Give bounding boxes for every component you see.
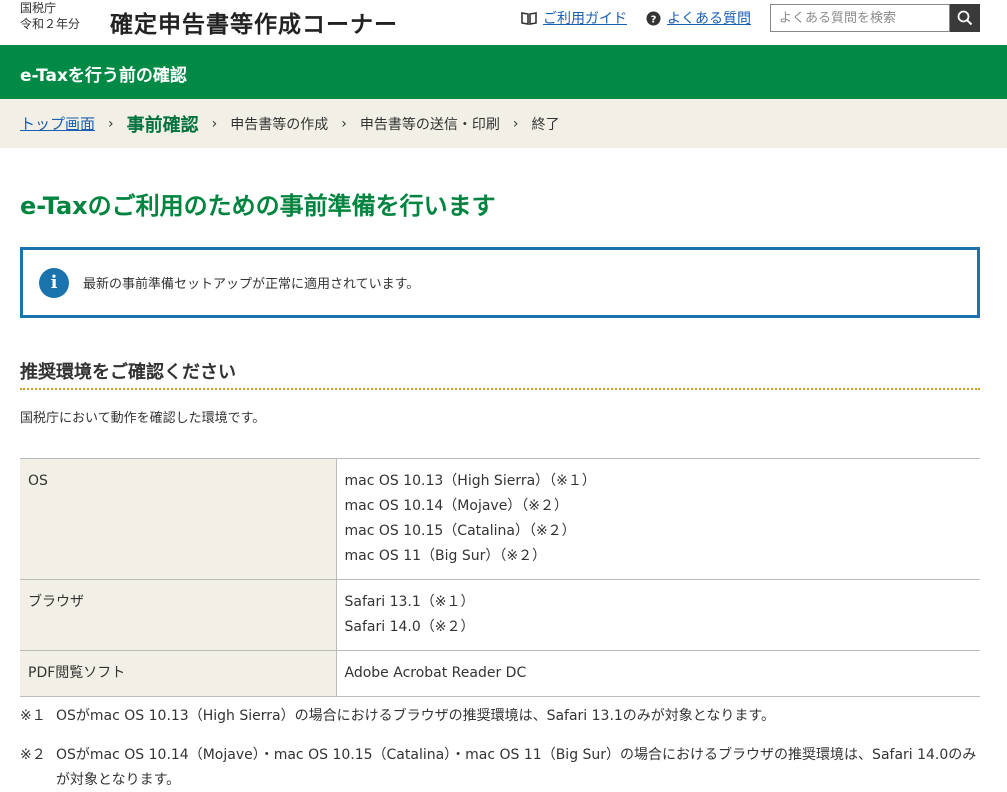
recommended-environment-table: OS mac OS 10.13（High Sierra）（※１） mac OS … bbox=[20, 458, 980, 697]
footnote-1: ※１ OSがmac OS 10.13（High Sierra）の場合におけるブラ… bbox=[20, 704, 980, 729]
breadcrumb: トップ画面 › 事前確認 › 申告書等の作成 › 申告書等の送信・印刷 › 終了 bbox=[0, 99, 1007, 148]
search-button[interactable] bbox=[950, 4, 980, 32]
chevron-right-icon: › bbox=[512, 115, 519, 132]
page-section-band: e-Taxを行う前の確認 bbox=[0, 45, 1007, 99]
table-row: OS mac OS 10.13（High Sierra）（※１） mac OS … bbox=[20, 458, 980, 580]
row-label-pdf: PDF閲覧ソフト bbox=[20, 650, 337, 697]
svg-text:?: ? bbox=[651, 14, 657, 25]
section-lead: 国税庁において動作を確認した環境です。 bbox=[20, 411, 266, 426]
footnote-mark: ※２ bbox=[20, 747, 46, 763]
chevron-right-icon: › bbox=[211, 115, 218, 132]
breadcrumb-step-end: 終了 bbox=[531, 116, 560, 133]
guide-link-label: ご利用ガイド bbox=[543, 11, 627, 27]
row-value-os: mac OS 10.13（High Sierra）（※１） mac OS 10.… bbox=[336, 458, 980, 580]
agency-name: 国税庁 bbox=[20, 1, 57, 15]
site-title: 確定申告書等作成コーナー bbox=[110, 12, 398, 38]
os-value: mac OS 10.15（Catalina）（※２） bbox=[344, 523, 576, 539]
os-value: mac OS 10.14（Mojave）（※２） bbox=[344, 498, 569, 514]
magnifier-icon bbox=[957, 10, 973, 26]
row-label-browser: ブラウザ bbox=[20, 579, 337, 651]
faq-link-label: よくある質問 bbox=[667, 11, 751, 27]
row-label-os: OS bbox=[20, 458, 337, 580]
footnote-mark: ※１ bbox=[20, 708, 46, 724]
question-circle-icon: ? bbox=[646, 11, 661, 25]
section-title: e-Taxを行う前の確認 bbox=[20, 66, 187, 86]
site-header: 国税庁 令和２年分 確定申告書等作成コーナー ご利用ガイド ? よくある質問 bbox=[0, 0, 1007, 45]
info-icon: i bbox=[39, 267, 69, 298]
table-row: ブラウザ Safari 13.1（※１） Safari 14.0（※２） bbox=[20, 579, 980, 651]
faq-search-input[interactable] bbox=[770, 4, 950, 32]
breadcrumb-step-create: 申告書等の作成 bbox=[230, 116, 329, 133]
book-icon bbox=[521, 12, 537, 25]
breadcrumb-step-send: 申告書等の送信・印刷 bbox=[359, 116, 500, 133]
chevron-right-icon: › bbox=[108, 115, 114, 132]
footnote-2: ※２ OSがmac OS 10.14（Mojave）・mac OS 10.15（… bbox=[20, 743, 980, 792]
footnote-text: OSがmac OS 10.13（High Sierra）の場合におけるブラウザの… bbox=[56, 708, 775, 724]
footnote-text: OSがmac OS 10.14（Mojave）・mac OS 10.15（Cat… bbox=[56, 747, 977, 788]
pdf-value: Adobe Acrobat Reader DC bbox=[344, 665, 527, 681]
row-value-pdf: Adobe Acrobat Reader DC bbox=[336, 650, 980, 697]
breadcrumb-top[interactable]: トップ画面 bbox=[20, 113, 95, 134]
table-row: PDF閲覧ソフト Adobe Acrobat Reader DC bbox=[20, 650, 980, 697]
info-message-text: 最新の事前準備セットアップが正常に適用されています。 bbox=[83, 277, 420, 292]
section-heading: 推奨環境をご確認ください bbox=[20, 358, 980, 390]
os-value: mac OS 11（Big Sur）（※２） bbox=[344, 548, 547, 564]
browser-value: Safari 14.0（※２） bbox=[344, 619, 475, 635]
os-value: mac OS 10.13（High Sierra）（※１） bbox=[344, 473, 596, 489]
browser-value: Safari 13.1（※１） bbox=[344, 594, 475, 610]
guide-link[interactable]: ご利用ガイド bbox=[521, 8, 627, 28]
faq-link[interactable]: ? よくある質問 bbox=[646, 8, 751, 28]
page-title: e-Taxのご利用のための事前準備を行います bbox=[20, 192, 496, 220]
agency-label: 国税庁 令和２年分 bbox=[20, 0, 80, 32]
breadcrumb-current-step: 事前確認 bbox=[126, 114, 199, 136]
chevron-right-icon: › bbox=[341, 115, 347, 132]
row-value-browser: Safari 13.1（※１） Safari 14.0（※２） bbox=[336, 579, 980, 651]
tax-year: 令和２年分 bbox=[20, 17, 81, 31]
info-message: i 最新の事前準備セットアップが正常に適用されています。 bbox=[20, 247, 980, 318]
